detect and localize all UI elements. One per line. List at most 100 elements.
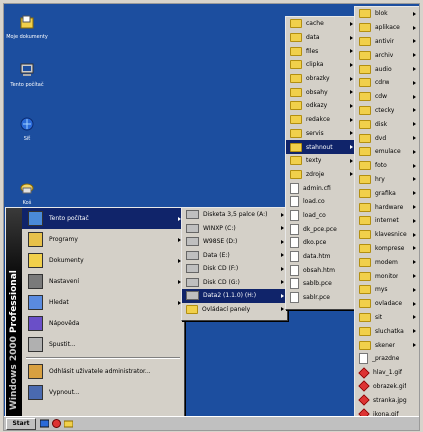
desktop-icon-network[interactable]: Síť (6, 116, 48, 142)
drives-menu-item[interactable]: Disketa 3,5 palce (A:) (182, 208, 287, 222)
folders-menu-item[interactable]: clipka (286, 58, 356, 72)
folders-menu-item[interactable]: obsah.htm (286, 263, 356, 277)
folders-menu-item[interactable]: obrazky (286, 72, 356, 86)
subfolder-menu-item[interactable]: hry (355, 173, 419, 187)
subfolder-menu-item[interactable]: internet (355, 214, 419, 228)
folders-menu-item[interactable]: obsahy (286, 85, 356, 99)
folder-icon (359, 64, 371, 74)
subfolder-menu-item[interactable]: hlav_1.gif (355, 366, 419, 380)
subfolder-menu-item[interactable]: komprese (355, 242, 419, 256)
folders-menu-item[interactable]: servis (286, 127, 356, 141)
folders-menu-item[interactable]: load_co (286, 209, 356, 223)
subfolder-menu-item[interactable]: blok (355, 7, 419, 21)
folder-icon (359, 78, 371, 88)
folders-menu-item[interactable]: zdroje (286, 168, 356, 182)
subfolder-menu-item[interactable]: modem (355, 255, 419, 269)
subfolder-menu-item[interactable]: stranka.jpg (355, 393, 419, 407)
folders-menu-item[interactable]: files (286, 44, 356, 58)
submenu-arrow-icon (413, 177, 416, 182)
start-menu-item[interactable]: Nápověda (22, 313, 184, 334)
folder-icon (359, 299, 371, 309)
subfolder-menu-item[interactable]: sit (355, 311, 419, 325)
subfolder-menu-item[interactable]: sluchatka (355, 324, 419, 338)
folders-menu-item[interactable]: stahnout (286, 140, 356, 154)
submenu-arrow-icon (413, 80, 416, 85)
subfolder-menu-item[interactable]: audio (355, 62, 419, 76)
folders-menu-item[interactable]: sablr.pce (286, 291, 356, 305)
folders-menu-item[interactable]: data (286, 31, 356, 45)
search-icon (28, 295, 43, 310)
start-menu-item[interactable]: Tento počítač (22, 208, 184, 229)
subfolder-menu-item[interactable]: hardware (355, 200, 419, 214)
subfolder-menu-item[interactable]: disk (355, 117, 419, 131)
folders-menu-item[interactable]: admin.cfi (286, 181, 356, 195)
desktop-icon-computer[interactable]: Tento počítač (6, 62, 48, 88)
desktop-icon-documents[interactable]: Moje dokumenty (6, 14, 48, 40)
subfolder-menu-item[interactable]: archiv (355, 48, 419, 62)
folders-menu-item-label: texty (306, 157, 322, 165)
desktop-icon-recycle-bin[interactable]: Koš (6, 180, 48, 206)
drives-menu-item[interactable]: Data (E:) (182, 249, 287, 263)
submenu-arrow-icon (413, 274, 416, 279)
folder-icon (290, 115, 302, 125)
start-menu-item[interactable]: Dokumenty (22, 250, 184, 271)
folders-menu-item[interactable]: redakce (286, 113, 356, 127)
folders-menu-item-label: data.htm (303, 253, 331, 261)
explorer-icon[interactable] (64, 419, 73, 428)
subfolder-menu-item[interactable]: monitor (355, 269, 419, 283)
submenu-arrow-icon (350, 131, 353, 136)
drive-icon (186, 291, 199, 301)
folders-menu-item[interactable]: texty (286, 154, 356, 168)
subfolder-menu-item[interactable]: foto (355, 159, 419, 173)
file-icon (290, 251, 299, 263)
drives-menu-item[interactable]: Data2 (1.1.0) (H:) (182, 289, 287, 303)
folders-menu-item-label: servis (306, 129, 324, 137)
subfolder-menu-item[interactable]: cdrw (355, 76, 419, 90)
subfolder-menu-item[interactable]: mys (355, 283, 419, 297)
folders-menu-item[interactable]: dko.pce (286, 236, 356, 250)
file-icon (290, 278, 299, 290)
start-menu-item[interactable]: Vypnout... (22, 382, 184, 403)
subfolder-menu-item-label: modem (375, 258, 398, 266)
folders-menu-item[interactable]: cache (286, 17, 356, 31)
subfolder-menu-item[interactable]: emulace (355, 145, 419, 159)
start-button[interactable]: Start (6, 418, 36, 430)
subfolder-menu-item[interactable]: _prazdne (355, 352, 419, 366)
start-menu-item[interactable]: Spustit... (22, 334, 184, 355)
browser-icon[interactable] (52, 419, 61, 428)
folders-menu: cache data files clipka obrazky obsahy odkazy r… (285, 16, 357, 310)
folders-menu-item-label: load.co (303, 198, 325, 206)
start-menu-item-label: Dokumenty (49, 257, 84, 264)
folder-icon (290, 33, 302, 43)
drives-menu-item[interactable]: Disk CD (G:) (182, 276, 287, 290)
menu-separator (26, 357, 180, 359)
start-menu-item[interactable]: Nastavení (22, 271, 184, 292)
folder-icon (359, 23, 371, 33)
folders-menu-item[interactable]: sablb.pce (286, 277, 356, 291)
file-icon (290, 182, 299, 194)
subfolder-menu-item[interactable]: grafika (355, 186, 419, 200)
subfolder-menu-item[interactable]: klavesnice (355, 228, 419, 242)
folders-menu-item[interactable]: data.htm (286, 250, 356, 264)
drives-menu-item[interactable]: Ovládací panely (182, 303, 287, 317)
subfolder-menu-item[interactable]: ovladace (355, 297, 419, 311)
drives-menu-item[interactable]: W98SE (D:) (182, 235, 287, 249)
subfolder-menu-item[interactable]: skener (355, 338, 419, 352)
submenu-arrow-icon (413, 287, 416, 292)
subfolder-menu-item[interactable]: antivir (355, 35, 419, 49)
subfolder-menu-item[interactable]: obrazek.gif (355, 380, 419, 394)
start-menu-item[interactable]: Hledat (22, 292, 184, 313)
folders-menu-item[interactable]: load.co (286, 195, 356, 209)
drives-menu-item[interactable]: Disk CD (F:) (182, 262, 287, 276)
subfolder-menu-item[interactable]: dvd (355, 131, 419, 145)
banner-edition: Professional (9, 270, 19, 333)
folders-menu-item[interactable]: odkazy (286, 99, 356, 113)
subfolder-menu-item[interactable]: aplikace (355, 21, 419, 35)
subfolder-menu-item[interactable]: cdw (355, 90, 419, 104)
subfolder-menu-item[interactable]: ctecky (355, 104, 419, 118)
show-desktop-icon[interactable] (40, 419, 49, 428)
drives-menu-item[interactable]: WINXP (C:) (182, 222, 287, 236)
start-menu-item[interactable]: Programy (22, 229, 184, 250)
start-menu-item[interactable]: Odhlásit uživatele administrator... (22, 361, 184, 382)
folders-menu-item[interactable]: dk_pce.pce (286, 222, 356, 236)
